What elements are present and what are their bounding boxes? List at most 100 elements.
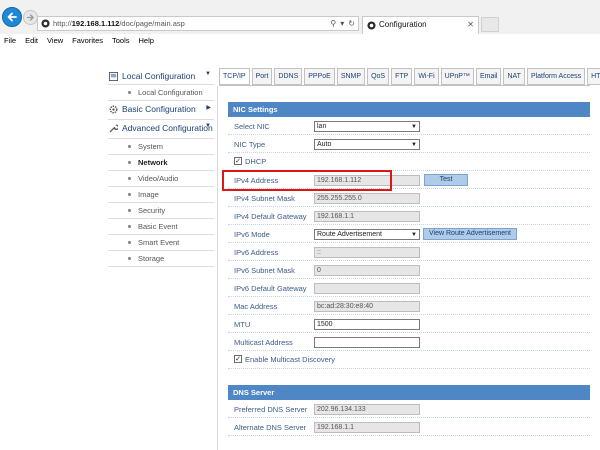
panel-divider xyxy=(217,86,218,450)
tab-favicon-icon xyxy=(367,21,376,30)
forward-button[interactable] xyxy=(23,10,38,25)
home-icon xyxy=(109,72,118,81)
select-nic-dropdown[interactable]: lan xyxy=(314,121,420,132)
sidebar-item-storage[interactable]: Storage xyxy=(108,251,214,267)
tab-upnp[interactable]: UPnP™ xyxy=(440,68,474,85)
tab-nat[interactable]: NAT xyxy=(503,68,525,85)
tab-https[interactable]: HTTPS xyxy=(587,68,600,85)
tab-port[interactable]: Port xyxy=(251,68,273,85)
menu-edit[interactable]: Edit xyxy=(25,34,38,48)
sidebar-item-label: Local Configuration xyxy=(138,88,203,97)
sidebar-item-label: Security xyxy=(138,206,166,215)
ipv4-subnet-mask-row: IPv4 Subnet Mask 255.255.255.0 xyxy=(228,189,590,207)
multicast-discovery-checkbox[interactable]: ✓ xyxy=(234,355,242,363)
close-icon[interactable]: ✕ xyxy=(467,20,474,29)
bullet-icon xyxy=(128,257,131,260)
ipv4-subnet-mask-field[interactable]: 255.255.255.0 xyxy=(314,193,420,204)
alternate-dns-row: Alternate DNS Server 192.168.1.1 xyxy=(228,418,590,436)
mac-address-row: Mac Address bc:ad:28:30:e8:40 xyxy=(228,297,590,315)
back-arrow-icon xyxy=(7,12,17,22)
new-tab-button[interactable] xyxy=(481,17,499,32)
sidebar-item-image[interactable]: Image xyxy=(108,187,214,203)
ipv6-subnet-mask-field[interactable]: 0 xyxy=(314,265,420,276)
sidebar-item-network[interactable]: Network xyxy=(108,155,214,171)
view-route-advertisement-button[interactable]: View Route Advertisement xyxy=(423,228,517,240)
ipv4-gateway-field[interactable]: 192.168.1.1 xyxy=(314,211,420,222)
field-label: IPv6 Default Gateway xyxy=(234,284,307,293)
select-nic-row: Select NIC lan xyxy=(228,117,590,135)
nic-settings-group: NIC Settings Select NIC lan NIC Type Aut… xyxy=(228,102,590,369)
sidebar-item-label: Smart Event xyxy=(138,238,180,247)
tab-underline xyxy=(219,85,590,86)
mac-address-field[interactable]: bc:ad:28:30:e8:40 xyxy=(314,301,420,312)
bullet-icon xyxy=(128,177,131,180)
multicast-address-input[interactable] xyxy=(314,337,420,348)
checkmark-icon: ✓ xyxy=(235,158,241,165)
ipv6-mode-dropdown[interactable]: Route Advertisement xyxy=(314,229,420,240)
preferred-dns-field[interactable]: 202.96.134.133 xyxy=(314,404,420,415)
bullet-icon xyxy=(128,145,131,148)
search-icon[interactable]: ⚲ xyxy=(330,19,336,28)
menu-help[interactable]: Help xyxy=(139,34,154,48)
tab-ftp[interactable]: FTP xyxy=(391,68,413,85)
nic-type-dropdown[interactable]: Auto xyxy=(314,139,420,150)
sidebar-item-label: Image xyxy=(138,190,159,199)
bullet-icon xyxy=(128,225,131,228)
ipv6-gateway-row: IPv6 Default Gateway xyxy=(228,279,590,297)
tab-ddns[interactable]: DDNS xyxy=(274,68,303,85)
preferred-dns-row: Preferred DNS Server 202.96.134.133 xyxy=(228,400,590,418)
wrench-icon xyxy=(109,124,118,133)
dropdown-icon[interactable]: ▾ xyxy=(340,19,344,28)
address-bar[interactable]: http://192.168.1.112/doc/page/main.asp ⚲… xyxy=(37,16,359,31)
ipv6-subnet-mask-row: IPv6 Subnet Mask 0 xyxy=(228,261,590,279)
nic-type-row: NIC Type Auto xyxy=(228,135,590,153)
sidebar-item-label: Video/Audio xyxy=(138,174,179,183)
chevron-right-icon: ▶ xyxy=(206,105,211,111)
menu-view[interactable]: View xyxy=(47,34,63,48)
bullet-icon xyxy=(128,209,131,212)
sidebar-item-smart-event[interactable]: Smart Event xyxy=(108,235,214,251)
tab-qos[interactable]: QoS xyxy=(367,68,390,85)
menu-file[interactable]: File xyxy=(4,34,16,48)
sidebar-item-system[interactable]: System xyxy=(108,139,214,155)
dhcp-row: ✓ DHCP xyxy=(228,153,590,171)
ipv6-address-field[interactable]: :: xyxy=(314,247,420,258)
checkbox-label: DHCP xyxy=(245,157,267,166)
field-label: IPv4 Subnet Mask xyxy=(234,194,295,203)
sidebar-item-label: Basic Event xyxy=(138,222,178,231)
tab-pppoe[interactable]: PPPoE xyxy=(304,68,335,85)
sidebar-item-video-audio[interactable]: Video/Audio xyxy=(108,171,214,187)
field-label: IPv6 Address xyxy=(234,248,279,257)
sidebar-section-label: Advanced Configuration xyxy=(122,123,213,133)
gear-icon xyxy=(109,105,118,114)
ipv6-gateway-field[interactable] xyxy=(314,283,420,294)
back-button[interactable] xyxy=(2,7,22,27)
sidebar-item-basic-event[interactable]: Basic Event xyxy=(108,219,214,235)
tab-title: Configuration xyxy=(379,20,427,29)
tab-snmp[interactable]: SNMP xyxy=(336,68,366,85)
nic-settings-header: NIC Settings xyxy=(228,102,590,117)
tab-platform-access[interactable]: Platform Access xyxy=(526,68,586,85)
tab-wifi[interactable]: Wi-Fi xyxy=(414,68,439,85)
sidebar-basic-configuration[interactable]: Basic Configuration ▶ xyxy=(108,101,214,120)
menu-favorites[interactable]: Favorites xyxy=(72,34,103,48)
mtu-input[interactable]: 1500 xyxy=(314,319,420,330)
page-favicon-icon xyxy=(41,19,50,28)
field-label: Multicast Address xyxy=(234,338,293,347)
multicast-address-row: Multicast Address xyxy=(228,333,590,351)
test-button[interactable]: Test xyxy=(424,174,468,186)
browser-tab[interactable]: Configuration ✕ xyxy=(362,16,479,34)
url-text: http://192.168.1.112/doc/page/main.asp xyxy=(53,19,185,28)
sidebar-item-local-configuration[interactable]: Local Configuration xyxy=(108,85,214,101)
sidebar-item-label: System xyxy=(138,142,164,151)
alternate-dns-field[interactable]: 192.168.1.1 xyxy=(314,422,420,433)
sidebar-local-configuration[interactable]: Local Configuration ▼ xyxy=(108,68,214,85)
dhcp-checkbox[interactable]: ✓ xyxy=(234,157,242,165)
tab-email[interactable]: Email xyxy=(475,68,502,85)
sidebar-advanced-configuration[interactable]: Advanced Configuration ▼ xyxy=(108,120,214,139)
menu-tools[interactable]: Tools xyxy=(112,34,130,48)
tab-tcp-ip[interactable]: TCP/IP xyxy=(219,68,250,85)
sidebar-section-label: Basic Configuration xyxy=(122,104,196,114)
refresh-icon[interactable]: ↻ xyxy=(348,19,355,28)
sidebar-item-security[interactable]: Security xyxy=(108,203,214,219)
